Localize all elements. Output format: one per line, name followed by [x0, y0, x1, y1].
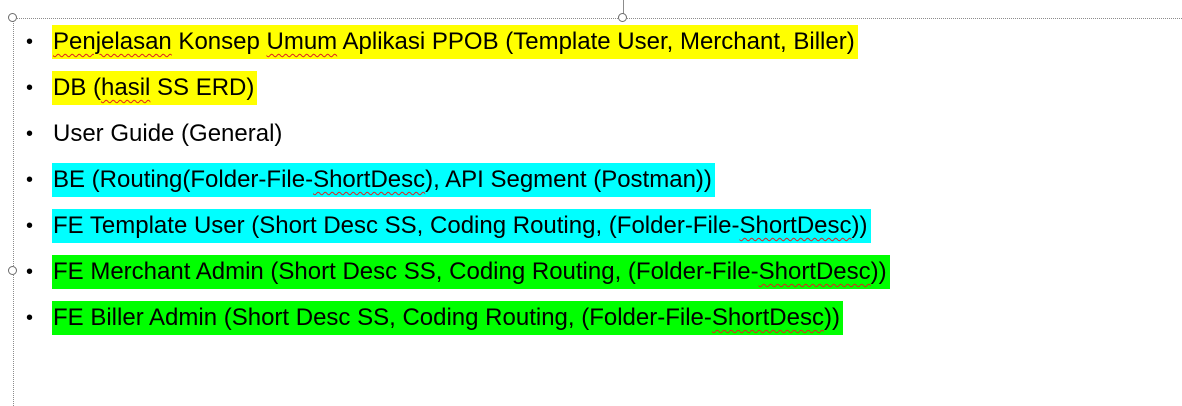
spellcheck-word: ShortDesc — [758, 258, 871, 285]
bullet-text: DB (hasil SS ERD) — [52, 71, 258, 105]
spellcheck-word: ShortDesc — [739, 212, 852, 239]
bullet-icon: • — [26, 306, 34, 329]
bullet-icon: • — [26, 76, 34, 99]
spellcheck-word: Penjelasan — [53, 28, 172, 55]
text-segment: Konsep — [171, 28, 267, 55]
bullet-item[interactable]: • User Guide (General) — [22, 114, 285, 154]
spellcheck-word: hasil — [101, 74, 151, 101]
rotation-handle[interactable] — [618, 13, 627, 22]
text-segment: )) — [851, 212, 868, 239]
bullet-item[interactable]: • FE Biller Admin (Short Desc SS, Coding … — [22, 298, 843, 338]
bullet-item[interactable]: • FE Merchant Admin (Short Desc SS, Codin… — [22, 252, 890, 292]
resize-handle-top-left[interactable] — [8, 13, 17, 22]
bullet-item[interactable]: • Penjelasan Konsep Umum Aplikasi PPOB (T… — [22, 22, 858, 62]
bullet-text: User Guide (General) — [52, 117, 285, 151]
text-segment: FE Template User (Short Desc SS, Coding … — [53, 212, 740, 239]
textbox-left-border — [13, 18, 14, 406]
bullet-text: FE Biller Admin (Short Desc SS, Coding R… — [52, 301, 843, 335]
bullet-icon: • — [26, 260, 34, 283]
spellcheck-word: ShortDesc — [313, 166, 426, 193]
text-segment: User Guide (General) — [53, 120, 283, 147]
text-segment: BE (Routing(Folder-File- — [53, 166, 314, 193]
text-segment: FE Merchant Admin (Short Desc SS, Coding… — [53, 258, 759, 285]
text-segment: )) — [870, 258, 887, 285]
bullet-text: Penjelasan Konsep Umum Aplikasi PPOB (Te… — [52, 25, 858, 59]
text-segment: ), API Segment (Postman)) — [425, 166, 712, 193]
bullet-item[interactable]: • FE Template User (Short Desc SS, Coding… — [22, 206, 871, 246]
text-segment: Aplikasi PPOB (Template User, Merchant, … — [337, 28, 855, 55]
text-segment: FE Biller Admin (Short Desc SS, Coding R… — [53, 304, 712, 331]
bullet-icon: • — [26, 214, 34, 237]
text-segment: )) — [823, 304, 840, 331]
bullet-text: FE Template User (Short Desc SS, Coding … — [52, 209, 871, 243]
text-segment: DB ( — [53, 74, 101, 101]
bullet-item[interactable]: • DB (hasil SS ERD) — [22, 68, 258, 108]
bullet-icon: • — [26, 30, 34, 53]
resize-handle-middle-left[interactable] — [8, 266, 17, 275]
bullet-icon: • — [26, 122, 34, 145]
bullet-icon: • — [26, 168, 34, 191]
spellcheck-word: Umum — [266, 28, 338, 55]
textbox-top-border — [13, 18, 1182, 19]
bullet-text: BE (Routing(Folder-File-ShortDesc), API … — [52, 163, 715, 197]
spellcheck-word: ShortDesc — [711, 304, 824, 331]
bullet-item[interactable]: • BE (Routing(Folder-File-ShortDesc), API… — [22, 160, 715, 200]
bullet-text: FE Merchant Admin (Short Desc SS, Coding… — [52, 255, 890, 289]
text-segment: SS ERD) — [150, 74, 255, 101]
